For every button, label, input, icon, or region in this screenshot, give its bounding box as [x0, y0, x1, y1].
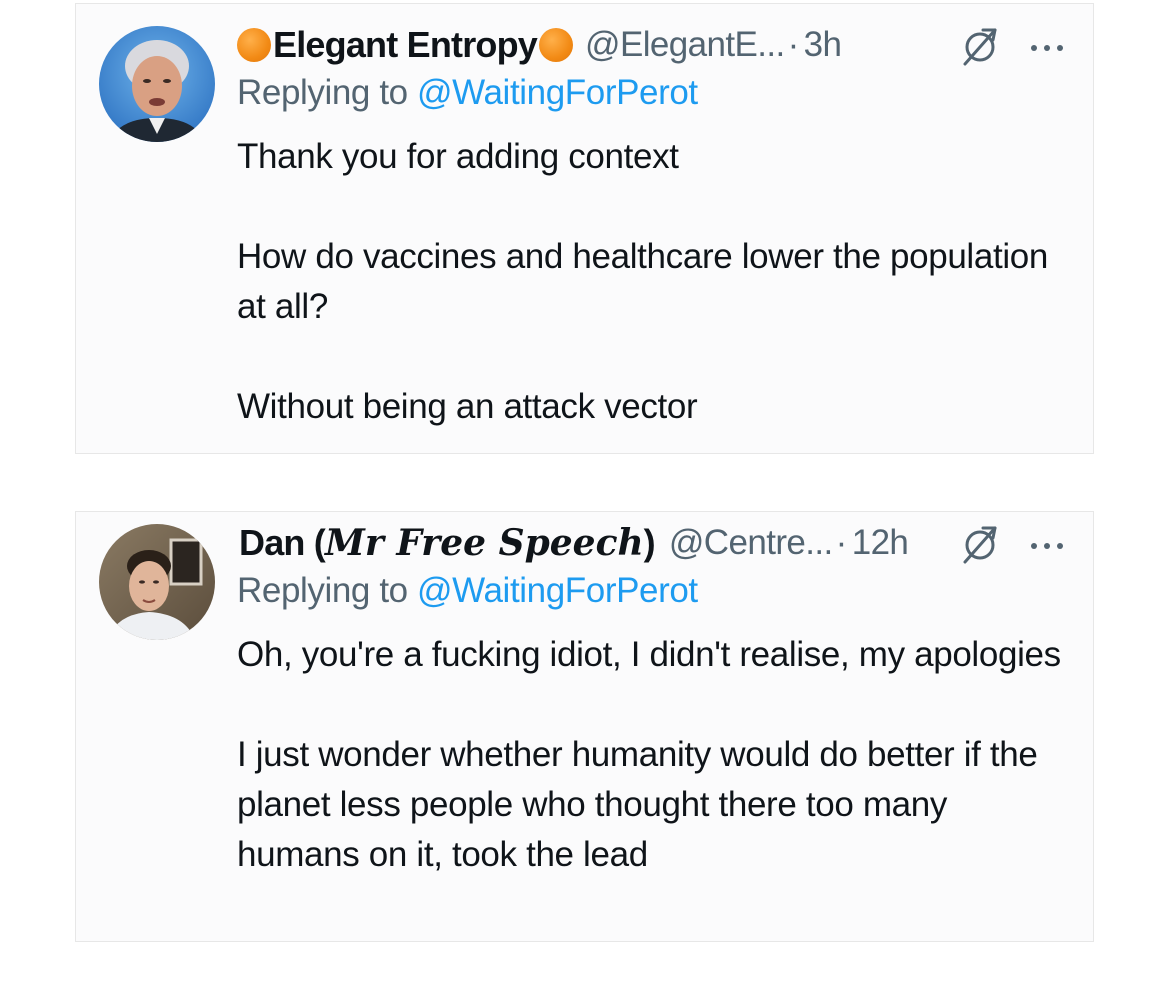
tweet-text: Thank you for adding context How do vacc…: [237, 132, 1073, 432]
reply-tweet[interactable]: Dan (Mr Free Speech) @Centre... · 12h Re…: [75, 511, 1094, 942]
display-name-gothic: Mr Free Speech: [325, 522, 644, 564]
orange-circle-icon: [237, 28, 271, 62]
display-name[interactable]: Dan (Mr Free Speech): [239, 522, 656, 564]
separator-dot: ·: [787, 25, 800, 64]
badge-icon[interactable]: [957, 524, 1003, 566]
tweet-paragraph: How do vaccines and healthcare lower the…: [237, 237, 1049, 326]
more-icon[interactable]: [1027, 540, 1067, 552]
badge-icon[interactable]: [957, 26, 1003, 68]
tweet-content: Dan (Mr Free Speech) @Centre... · 12h Re…: [237, 516, 1073, 880]
replying-label: Replying to: [237, 73, 418, 112]
tweet-paragraph: Thank you for adding context: [237, 137, 679, 176]
orange-circle-icon: [539, 28, 574, 62]
tweet-paragraph: Without being an attack vector: [237, 387, 698, 426]
timestamp[interactable]: 12h: [852, 523, 909, 563]
tweet-paragraph: I just wonder whether humanity would do …: [237, 735, 1038, 874]
replying-to-link[interactable]: @WaitingForPerot: [417, 571, 698, 610]
replying-label: Replying to: [237, 571, 418, 610]
user-handle[interactable]: @Centre...: [669, 523, 833, 563]
avatar-image: [99, 26, 215, 142]
tweet-content: Elegant Entropy @ElegantE... · 3h Replyi…: [237, 18, 1073, 432]
display-name-text: Dan (: [239, 522, 326, 563]
user-handle[interactable]: @ElegantE...: [585, 25, 785, 65]
separator-dot: ·: [835, 523, 848, 562]
avatar[interactable]: [99, 26, 215, 142]
timestamp[interactable]: 3h: [804, 25, 842, 65]
tweet-header: Elegant Entropy @ElegantE... · 3h: [237, 18, 1073, 72]
replying-to-link[interactable]: @WaitingForPerot: [417, 73, 698, 112]
replying-to: Replying to @WaitingForPerot: [237, 70, 1073, 116]
replying-to: Replying to @WaitingForPerot: [237, 568, 1073, 614]
reply-tweet[interactable]: Elegant Entropy @ElegantE... · 3h Replyi…: [75, 3, 1094, 454]
tweet-paragraph: Oh, you're a fucking idiot, I didn't rea…: [237, 635, 1061, 674]
display-name-close: ): [643, 522, 656, 563]
avatar-image: [99, 524, 215, 640]
more-icon[interactable]: [1027, 42, 1067, 54]
tweet-header: Dan (Mr Free Speech) @Centre... · 12h: [237, 516, 1073, 570]
avatar[interactable]: [99, 524, 215, 640]
tweet-text: Oh, you're a fucking idiot, I didn't rea…: [237, 630, 1073, 880]
display-name[interactable]: Elegant Entropy: [273, 24, 538, 66]
